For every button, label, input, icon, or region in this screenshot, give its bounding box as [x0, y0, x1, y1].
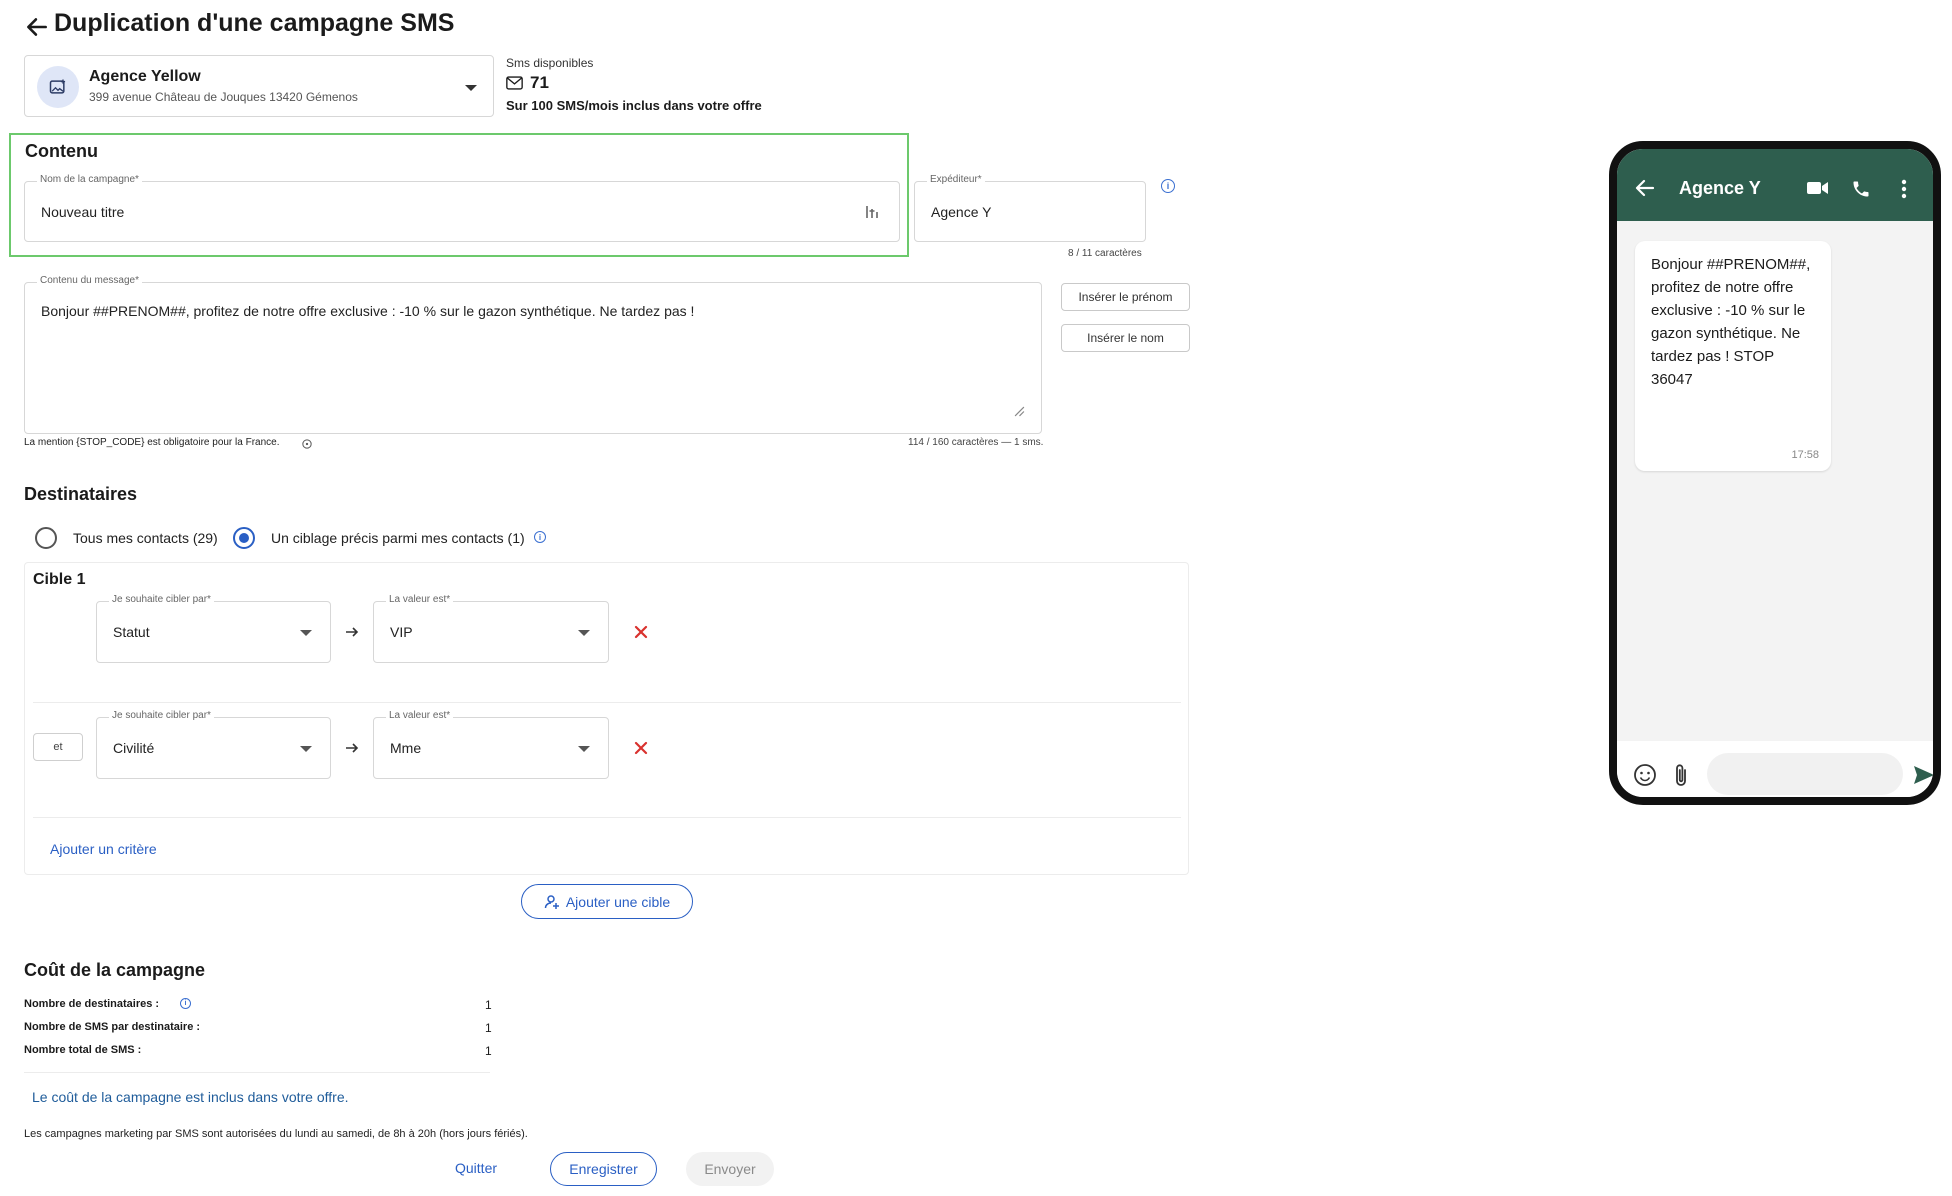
cost-row-value: 1	[485, 998, 492, 1012]
save-button[interactable]: Enregistrer	[550, 1152, 657, 1186]
sender-label: Expéditeur*	[927, 174, 985, 185]
chevron-down-icon	[465, 85, 477, 91]
agency-avatar	[37, 66, 79, 108]
image-placeholder-icon	[49, 79, 66, 94]
criterion-value-label: La valeur est*	[386, 710, 454, 721]
close-icon[interactable]	[634, 625, 648, 639]
quit-button[interactable]: Quitter	[455, 1160, 497, 1176]
cost-row-label: Nombre de destinataires :	[24, 998, 160, 1010]
message-counter: 114 / 160 caractères — 1 sms.	[908, 437, 1044, 448]
chevron-down-icon	[300, 746, 312, 752]
emoji-icon	[1634, 764, 1656, 786]
page-title: Duplication d'une campagne SMS	[54, 9, 455, 37]
phone-header: Agence Y	[1617, 149, 1933, 221]
resize-handle-icon[interactable]	[1014, 406, 1025, 417]
phone-preview: Agence Y Bonjour ##PRENOM##, profitez de…	[1609, 141, 1941, 805]
insert-firstname-button[interactable]: Insérer le prénom	[1061, 283, 1190, 311]
agency-name: Agence Yellow	[89, 68, 201, 85]
chevron-down-icon	[578, 746, 590, 752]
criterion-field-label: Je souhaite cibler par*	[109, 594, 214, 605]
radio-targeted-contacts[interactable]	[233, 527, 255, 549]
cost-row-label: Nombre total de SMS :	[24, 1044, 142, 1056]
target-title: Cible 1	[33, 571, 86, 588]
variable-insert-icon[interactable]	[865, 204, 879, 220]
criterion-value-label: La valeur est*	[386, 594, 454, 605]
separator	[33, 817, 1181, 818]
back-arrow-icon[interactable]	[24, 14, 50, 40]
agency-address: 399 avenue Château de Jouques 13420 Géme…	[89, 90, 358, 104]
criterion-1-field-select[interactable]: Je souhaite cibler par* Statut	[96, 594, 331, 663]
sender-value: Agence Y	[931, 204, 992, 220]
cost-row-label: Nombre de SMS par destinataire :	[24, 1021, 201, 1033]
separator	[33, 702, 1181, 703]
criterion-1-value-select[interactable]: La valeur est* VIP	[373, 594, 609, 663]
phone-message-input	[1707, 753, 1903, 795]
message-label: Contenu du message*	[37, 275, 142, 286]
add-target-label: Ajouter une cible	[565, 893, 671, 910]
add-target-button[interactable]: Ajouter une cible	[521, 884, 693, 919]
cost-row-value: 1	[485, 1021, 492, 1035]
recipients-section-title: Destinataires	[24, 484, 138, 504]
send-icon	[1914, 766, 1933, 784]
sms-offer: Sur 100 SMS/mois inclus dans votre offre	[506, 98, 762, 113]
criterion-value: Mme	[390, 740, 422, 756]
message-bubble-text: Bonjour ##PRENOM##, profitez de notre of…	[1651, 256, 1811, 388]
info-icon[interactable]: i	[534, 531, 546, 543]
criterion-value: VIP	[390, 624, 413, 640]
radio-all-contacts-label: Tous mes contacts (29)	[73, 530, 218, 546]
info-icon[interactable]: i	[1161, 179, 1175, 193]
sms-count: 71	[530, 73, 549, 92]
agency-select[interactable]: Agence Yellow 399 avenue Château de Jouq…	[24, 55, 494, 117]
mail-icon	[506, 76, 523, 90]
campaign-name-value: Nouveau titre	[41, 204, 125, 220]
connector-chip[interactable]: et	[33, 733, 83, 761]
insert-lastname-button[interactable]: Insérer le nom	[1061, 324, 1190, 352]
arrow-right-icon	[346, 743, 359, 753]
video-call-icon	[1807, 182, 1828, 194]
radio-targeted-contacts-label: Un ciblage précis parmi mes contacts (1)	[271, 530, 525, 546]
criterion-field-value: Civilité	[113, 740, 155, 756]
info-icon[interactable]: i	[180, 998, 191, 1009]
criterion-field-label: Je souhaite cibler par*	[109, 710, 214, 721]
criterion-2-value-select[interactable]: La valeur est* Mme	[373, 710, 609, 779]
message-bubble: Bonjour ##PRENOM##, profitez de notre of…	[1635, 241, 1831, 471]
message-value: Bonjour ##PRENOM##, profitez de notre of…	[41, 303, 695, 319]
criterion-2-field-select[interactable]: Je souhaite cibler par* Civilité	[96, 710, 331, 779]
content-section-title: Contenu	[25, 141, 98, 161]
arrow-right-icon	[346, 627, 359, 637]
close-icon[interactable]	[634, 741, 648, 755]
separator	[24, 1072, 490, 1073]
campaign-name-field[interactable]: Nom de la campagne* Nouveau titre	[24, 174, 900, 242]
stop-code-note: La mention {STOP_CODE} est obligatoire p…	[24, 437, 280, 448]
back-arrow-icon	[1635, 179, 1655, 197]
sms-schedule-notice: Les campagnes marketing par SMS sont aut…	[24, 1128, 528, 1140]
attachment-icon	[1676, 764, 1686, 786]
send-button[interactable]: Envoyer	[686, 1152, 774, 1186]
chevron-down-icon	[578, 630, 590, 636]
message-time: 17:58	[1791, 449, 1819, 461]
phone-contact-name: Agence Y	[1679, 178, 1761, 198]
radio-all-contacts[interactable]	[35, 527, 57, 549]
cost-included-message: Le coût de la campagne est inclus dans v…	[32, 1089, 349, 1105]
criterion-field-value: Statut	[113, 624, 150, 640]
cost-row-value: 1	[485, 1044, 492, 1058]
phone-compose-bar	[1617, 741, 1933, 797]
phone-icon	[1853, 181, 1869, 197]
help-icon[interactable]	[302, 439, 312, 449]
more-vertical-icon	[1901, 179, 1907, 199]
campaign-name-label: Nom de la campagne*	[37, 174, 142, 185]
sender-field[interactable]: Expéditeur* Agence Y	[914, 174, 1146, 242]
phone-conversation: Bonjour ##PRENOM##, profitez de notre of…	[1617, 221, 1933, 741]
sender-counter: 8 / 11 caractères	[1068, 248, 1142, 259]
chevron-down-icon	[300, 630, 312, 636]
message-field[interactable]: Contenu du message* Bonjour ##PRENOM##, …	[24, 275, 1042, 434]
cost-section-title: Coût de la campagne	[24, 960, 206, 980]
add-criterion-link[interactable]: Ajouter un critère	[50, 841, 157, 857]
add-user-icon	[544, 894, 559, 909]
sms-available-label: Sms disponibles	[506, 56, 594, 70]
